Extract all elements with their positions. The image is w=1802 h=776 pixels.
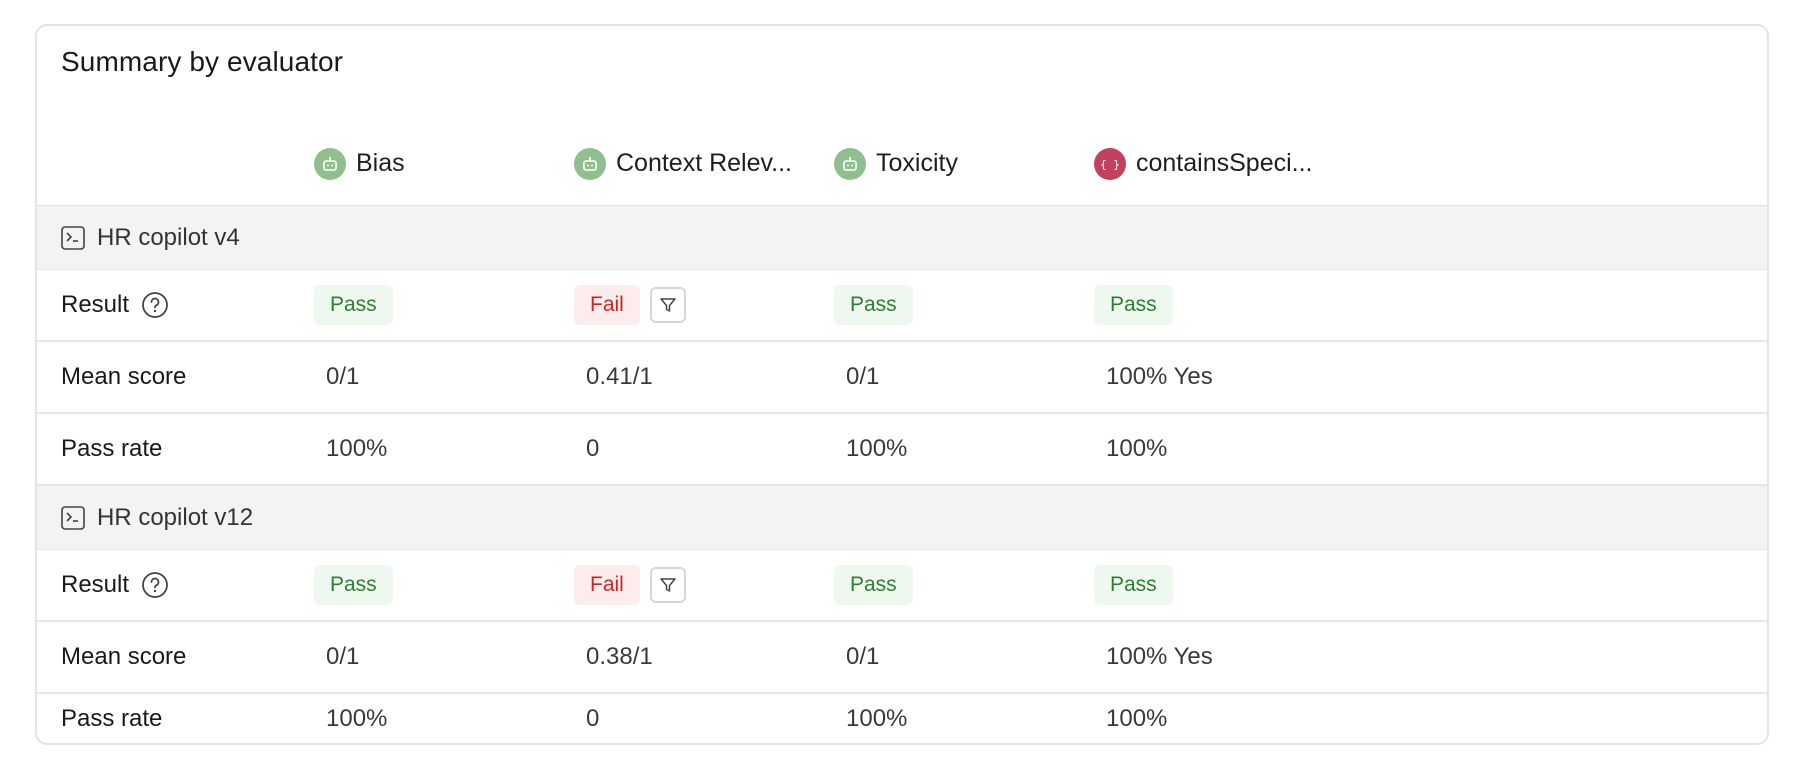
terminal-icon — [61, 225, 85, 250]
pass-rate-value: 100% — [846, 705, 908, 732]
mean-score-row: Mean score 0/1 0.41/1 0/1 100% Yes — [37, 342, 1767, 414]
mean-score-value: 0/1 — [846, 363, 880, 390]
status-badge: Pass — [1094, 285, 1173, 325]
pass-rate-label: Pass rate — [61, 705, 163, 732]
group-name: HR copilot v12 — [97, 503, 254, 531]
status-badge: Pass — [314, 565, 393, 605]
pass-rate-label: Pass rate — [61, 435, 163, 462]
pass-rate-value: 100% — [326, 705, 388, 732]
robot-icon — [834, 147, 866, 180]
result-row: Result Pass Fail Pass Pass — [37, 270, 1767, 342]
mean-score-value: 0.38/1 — [586, 643, 653, 670]
row-label: Result — [61, 550, 169, 620]
group-name: HR copilot v4 — [97, 223, 240, 251]
mean-score-label: Mean score — [61, 363, 187, 390]
group-header-row: HR copilot v12 — [37, 486, 1767, 550]
evaluator-name: Bias — [356, 149, 405, 177]
svg-text:{ }: { } — [1101, 158, 1119, 171]
help-icon[interactable] — [141, 571, 169, 599]
evaluator-header-contains-specific[interactable]: { } containsSpeci... — [1094, 122, 1313, 205]
mean-score-value: 0/1 — [326, 363, 360, 390]
pass-rate-value: 0 — [586, 705, 600, 732]
pass-rate-value: 100% — [1106, 705, 1168, 732]
filter-button[interactable] — [649, 567, 686, 603]
status-badge: Fail — [574, 565, 640, 605]
mean-score-value: 0/1 — [846, 643, 880, 670]
mean-score-row: Mean score 0/1 0.38/1 0/1 100% Yes — [37, 622, 1767, 694]
group-header-row: HR copilot v4 — [37, 206, 1767, 270]
robot-icon — [314, 147, 346, 180]
result-label: Result — [61, 291, 130, 318]
code-braces-icon: { } — [1094, 147, 1126, 180]
status-badge: Fail — [574, 285, 640, 325]
pass-rate-value: 100% — [846, 435, 908, 462]
pass-rate-row: Pass rate 100% 0 100% 100% — [37, 414, 1767, 486]
group-label: HR copilot v12 — [61, 486, 253, 549]
summary-card: Summary by evaluator Bias Context Relev.… — [35, 24, 1769, 745]
status-badge: Pass — [834, 285, 913, 325]
evaluator-name: Toxicity — [876, 149, 958, 177]
pass-rate-row: Pass rate 100% 0 100% 100% — [37, 694, 1767, 743]
mean-score-value: 0/1 — [326, 643, 360, 670]
evaluator-header-bias[interactable]: Bias — [314, 122, 405, 205]
result-label: Result — [61, 571, 130, 598]
evaluator-header-context-relevance[interactable]: Context Relev... — [574, 122, 792, 205]
group-label: HR copilot v4 — [61, 206, 240, 269]
mean-score-label: Mean score — [61, 643, 187, 670]
status-badge: Pass — [1094, 565, 1173, 605]
evaluator-name: Context Relev... — [616, 149, 793, 177]
terminal-icon — [61, 505, 85, 530]
help-icon[interactable] — [141, 291, 169, 319]
card-title: Summary by evaluator — [61, 46, 344, 77]
pass-rate-value: 0 — [586, 435, 600, 462]
filter-icon — [660, 578, 676, 592]
evaluator-header-row: Bias Context Relev... Toxicity { } conta… — [37, 122, 1767, 206]
mean-score-value: 100% Yes — [1106, 643, 1213, 670]
result-row: Result Pass Fail Pass Pass — [37, 550, 1767, 622]
mean-score-value: 0.41/1 — [586, 363, 653, 390]
status-badge: Pass — [834, 565, 913, 605]
status-badge: Pass — [314, 285, 393, 325]
filter-icon — [660, 298, 676, 312]
robot-icon — [574, 147, 606, 180]
pass-rate-value: 100% — [1106, 435, 1168, 462]
mean-score-value: 100% Yes — [1106, 363, 1213, 390]
pass-rate-value: 100% — [326, 435, 388, 462]
filter-button[interactable] — [649, 287, 686, 323]
row-label: Result — [61, 270, 169, 340]
evaluator-name: containsSpeci... — [1136, 149, 1313, 177]
evaluator-header-toxicity[interactable]: Toxicity — [834, 122, 958, 205]
